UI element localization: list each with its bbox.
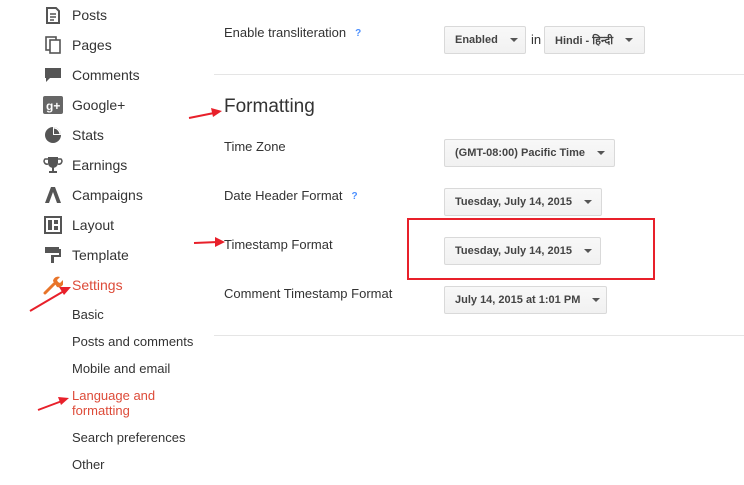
- timestamp-label: Timestamp Format: [224, 237, 333, 252]
- transliteration-dropdown[interactable]: Enabled: [444, 26, 526, 54]
- help-icon[interactable]: ?: [355, 28, 361, 39]
- help-icon[interactable]: ?: [352, 191, 358, 202]
- sidebar-item-earnings[interactable]: Earnings: [42, 153, 127, 177]
- in-text: in: [531, 32, 542, 47]
- sidebar-item-comments[interactable]: Comments: [42, 63, 140, 87]
- settings-sub-language-and-formatting[interactable]: Language and formatting: [72, 388, 182, 418]
- section-divider: [214, 335, 744, 336]
- sidebar-item-label: Campaigns: [72, 187, 143, 203]
- dropdown-value: (GMT-08:00) Pacific Time: [455, 147, 586, 159]
- comments-icon: [42, 65, 64, 85]
- sidebar: Posts Pages Comments g+ Google+ Stats Ea…: [0, 0, 214, 485]
- date-header-dropdown[interactable]: Tuesday, July 14, 2015: [444, 188, 602, 216]
- chevron-down-icon: [625, 38, 634, 42]
- stats-icon: [42, 125, 64, 145]
- comment-timestamp-label: Comment Timestamp Format: [224, 286, 393, 301]
- section-title: Formatting: [224, 96, 315, 117]
- dropdown-value: Tuesday, July 14, 2015: [455, 196, 572, 208]
- sidebar-item-stats[interactable]: Stats: [42, 123, 104, 147]
- sidebar-item-label: Earnings: [72, 157, 128, 173]
- sidebar-item-settings[interactable]: Settings: [42, 273, 123, 297]
- transliteration-row-label: Enable transliteration?: [224, 25, 361, 40]
- settings-sub-mobile-and-email[interactable]: Mobile and email: [72, 361, 170, 376]
- sidebar-item-label: Settings: [72, 277, 123, 293]
- posts-icon: [42, 5, 64, 25]
- sidebar-item-label: Comments: [72, 67, 140, 83]
- sidebar-item-layout[interactable]: Layout: [42, 213, 114, 237]
- language-dropdown[interactable]: Hindi - हिन्दी: [544, 26, 645, 54]
- sidebar-item-label: Layout: [72, 217, 115, 233]
- campaigns-icon: [42, 185, 64, 205]
- chevron-down-icon: [584, 200, 592, 204]
- sidebar-item-label: Posts: [72, 7, 108, 23]
- sidebar-item-label: Pages: [72, 37, 112, 53]
- layout-icon: [42, 215, 64, 235]
- time-zone-label: Time Zone: [224, 139, 286, 154]
- sidebar-item-label: Stats: [72, 127, 104, 143]
- earnings-icon: [42, 155, 64, 175]
- settings-sub-search-preferences[interactable]: Search preferences: [72, 430, 185, 445]
- settings-sub-basic[interactable]: Basic: [72, 307, 104, 322]
- template-icon: [42, 245, 64, 265]
- pages-icon: [42, 35, 64, 55]
- sidebar-item-pages[interactable]: Pages: [42, 33, 112, 57]
- dropdown-value: Hindi - हिन्दी: [555, 34, 614, 47]
- annotation-highlight-box: [407, 218, 655, 280]
- dropdown-value: July 14, 2015 at 1:01 PM: [455, 294, 581, 306]
- sidebar-item-label: Template: [72, 247, 129, 263]
- date-header-row-label: Date Header Format?: [224, 188, 358, 203]
- transliteration-label: Enable transliteration: [224, 25, 347, 40]
- sidebar-item-template[interactable]: Template: [42, 243, 129, 267]
- sidebar-item-campaigns[interactable]: Campaigns: [42, 183, 143, 207]
- settings-sub-other[interactable]: Other: [72, 457, 105, 472]
- settings-icon: [42, 275, 64, 295]
- sidebar-item-label: Google+: [72, 97, 126, 113]
- chevron-down-icon: [597, 151, 606, 155]
- time-zone-dropdown[interactable]: (GMT-08:00) Pacific Time: [444, 139, 615, 167]
- chevron-down-icon: [509, 38, 518, 42]
- date-header-label: Date Header Format: [224, 188, 343, 203]
- settings-sub-posts-and-comments[interactable]: Posts and comments: [72, 334, 193, 349]
- google-plus-icon: g+: [42, 95, 64, 115]
- svg-text:g+: g+: [46, 99, 60, 113]
- dropdown-value: Enabled: [455, 34, 498, 46]
- section-divider: [214, 74, 744, 75]
- chevron-down-icon: [592, 298, 601, 302]
- comment-timestamp-dropdown[interactable]: July 14, 2015 at 1:01 PM: [444, 286, 607, 314]
- sidebar-item-posts[interactable]: Posts: [42, 3, 107, 27]
- sidebar-item-google-plus[interactable]: g+ Google+: [42, 93, 125, 117]
